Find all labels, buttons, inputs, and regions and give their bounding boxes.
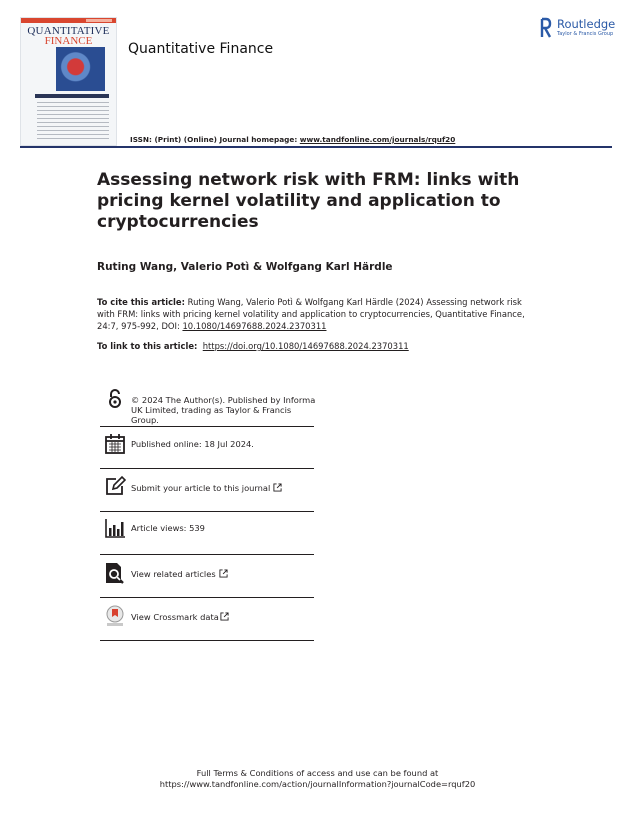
article-link-line: To link to this article: https://doi.org… — [97, 341, 409, 351]
crossmark-icon — [106, 605, 124, 626]
cite-label: To cite this article: — [97, 297, 185, 307]
link-label: To link to this article: — [97, 341, 198, 351]
issn-text: ISSN: (Print) (Online) Journal homepage: — [130, 135, 300, 144]
external-link-icon — [273, 483, 282, 492]
related-search-icon — [106, 563, 124, 584]
footer: Full Terms & Conditions of access and us… — [0, 768, 635, 790]
journal-homepage-link[interactable]: www.tandfonline.com/journals/rquf20 — [300, 135, 456, 144]
article-title: Assessing network risk with FRM: links w… — [97, 170, 520, 232]
publisher-tagline: Taylor & Francis Group — [557, 31, 614, 37]
related-articles-row[interactable]: View related articles — [100, 555, 314, 598]
routledge-logo-icon — [540, 17, 552, 38]
publisher-name: Routledge — [557, 17, 616, 31]
license-row: © 2024 The Author(s). Published by Infor… — [100, 386, 316, 427]
cover-title-line2: FINANCE — [44, 35, 93, 47]
article-authors: Ruting Wang, Valerio Potì & Wolfgang Kar… — [97, 261, 393, 273]
published-date: Published online: 18 Jul 2024. — [131, 439, 254, 449]
citation-block: To cite this article: Ruting Wang, Valer… — [97, 296, 537, 332]
bar-chart-icon — [105, 519, 125, 538]
footer-terms-text: Full Terms & Conditions of access and us… — [196, 768, 439, 778]
external-link-icon — [220, 612, 229, 621]
crossmark-row[interactable]: View Crossmark data — [100, 598, 314, 641]
submit-article-link[interactable]: Submit your article to this journal — [131, 483, 270, 493]
issn-line: ISSN: (Print) (Online) Journal homepage:… — [130, 135, 455, 144]
external-link-icon — [219, 569, 228, 578]
footer-terms-url[interactable]: https://www.tandfonline.com/action/journ… — [0, 779, 635, 790]
publisher-logo: Routledge Taylor & Francis Group — [540, 17, 616, 39]
license-text: © 2024 The Author(s). Published by Infor… — [131, 395, 316, 425]
open-access-icon — [109, 389, 121, 408]
journal-cover-image: QUANTITATIVE FINANCE — [20, 17, 117, 146]
doi-link[interactable]: 10.1080/14697688.2024.2370311 — [182, 321, 326, 331]
article-views-count: Article views: 539 — [131, 523, 205, 533]
submit-article-row[interactable]: Submit your article to this journal — [100, 469, 314, 512]
calendar-icon — [105, 434, 125, 454]
journal-title: Quantitative Finance — [128, 41, 274, 57]
related-articles-link[interactable]: View related articles — [131, 569, 216, 579]
published-row: Published online: 18 Jul 2024. — [100, 427, 314, 469]
header-divider — [20, 146, 612, 148]
article-doi-url[interactable]: https://doi.org/10.1080/14697688.2024.23… — [203, 341, 409, 351]
crossmark-link[interactable]: View Crossmark data — [131, 612, 219, 622]
article-views-row: Article views: 539 — [100, 512, 314, 555]
edit-icon — [106, 475, 126, 495]
